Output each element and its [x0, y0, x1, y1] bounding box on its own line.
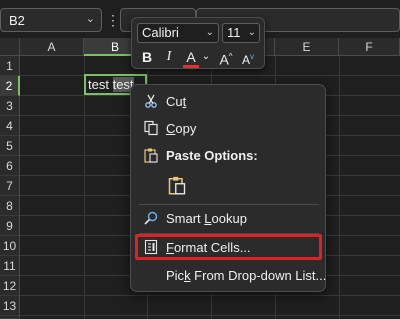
cell-text-plain: test	[88, 77, 113, 92]
row-header-2[interactable]: 2	[0, 76, 20, 96]
row-header-4[interactable]: 4	[0, 116, 20, 136]
clipboard-icon	[144, 148, 158, 163]
row-header-6[interactable]: 6	[0, 156, 20, 176]
highlight-box	[135, 234, 322, 260]
chevron-down-icon[interactable]: ⌄	[86, 12, 95, 25]
row-header-11[interactable]: 11	[0, 256, 20, 276]
gridline	[20, 75, 400, 76]
font-color-swatch	[183, 65, 199, 68]
menu-item-pick-from-dropdown[interactable]: Pick From Drop-down List...	[131, 263, 327, 289]
gridline	[20, 295, 400, 296]
chevron-down-icon[interactable]: ⌄	[201, 47, 211, 67]
decrease-font-size-button[interactable]: Av	[238, 47, 258, 67]
bold-button[interactable]: B	[138, 47, 156, 67]
font-name-value: Calibri	[142, 25, 179, 40]
font-name-dropdown[interactable]: Calibri ⌄	[137, 23, 219, 43]
italic-button[interactable]: I	[160, 47, 178, 67]
chevron-down-icon: ⌄	[247, 27, 256, 38]
more-options-icon[interactable]: ⋮	[106, 8, 120, 32]
menu-separator	[139, 204, 319, 205]
mini-toolbar: Calibri ⌄ 11 ⌄ B I A ⌄ A^ Av	[131, 17, 265, 69]
row-header-13[interactable]: 13	[0, 296, 20, 316]
paste-options-label: Paste Options:	[166, 148, 258, 163]
clipboard-icon	[168, 176, 186, 195]
gridline	[20, 315, 400, 316]
row-header-1[interactable]: 1	[0, 56, 20, 76]
scissors-icon	[145, 94, 157, 108]
row-header-9[interactable]: 9	[0, 216, 20, 236]
cell-b2-text: test test	[88, 77, 134, 92]
search-icon	[144, 211, 158, 225]
row-header-5[interactable]: 5	[0, 136, 20, 156]
menu-item-label: Copy	[166, 121, 197, 136]
select-all-corner[interactable]	[0, 38, 20, 56]
font-color-button[interactable]: A	[182, 47, 200, 67]
name-box[interactable]: B2 ⌄	[0, 8, 102, 32]
increase-font-size-button[interactable]: A^	[216, 47, 236, 68]
menu-item-cut[interactable]: Cut	[131, 89, 327, 115]
context-menu: Cut Copy Paste Options: Smart Lookup For…	[130, 84, 326, 292]
paste-option-button[interactable]	[167, 175, 187, 195]
menu-item-copy[interactable]: Copy	[131, 116, 327, 142]
column-header-f[interactable]: F	[339, 38, 400, 56]
paste-options-header: Paste Options:	[131, 143, 327, 169]
row-header-3[interactable]: 3	[0, 96, 20, 116]
menu-item-label: Smart Lookup	[166, 211, 247, 226]
menu-item-label: Cut	[166, 94, 187, 109]
copy-icon	[144, 120, 158, 136]
font-size-value: 11	[227, 25, 241, 40]
chevron-down-icon: ⌄	[205, 27, 214, 38]
menu-item-smart-lookup[interactable]: Smart Lookup	[131, 206, 327, 232]
name-box-value: B2	[9, 13, 25, 28]
column-header-a[interactable]: A	[20, 38, 84, 56]
row-header-7[interactable]: 7	[0, 176, 20, 196]
menu-item-label: Pick From Drop-down List...	[166, 268, 327, 283]
font-size-dropdown[interactable]: 11 ⌄	[222, 23, 260, 43]
row-header-10[interactable]: 10	[0, 236, 20, 256]
row-header-12[interactable]: 12	[0, 276, 20, 296]
column-header-e[interactable]: E	[275, 38, 339, 56]
row-header-8[interactable]: 8	[0, 196, 20, 216]
